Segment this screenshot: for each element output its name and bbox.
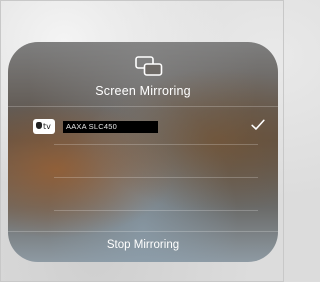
stop-mirroring-button[interactable]: Stop Mirroring: [8, 232, 278, 262]
screen-mirroring-panel: Screen Mirroring tv AAXA SLC450 Stop Mir…: [8, 42, 278, 262]
stop-mirroring-area: Stop Mirroring: [8, 232, 278, 262]
checkmark-icon: [251, 119, 265, 130]
row-divider: [54, 177, 258, 178]
panel-title: Screen Mirroring: [95, 84, 191, 98]
panel-header: Screen Mirroring: [8, 42, 278, 106]
row-divider: [54, 210, 258, 211]
row-divider: [54, 144, 258, 145]
device-type-label: tv: [43, 122, 51, 131]
apple-logo-icon: [36, 122, 42, 129]
device-name: AAXA SLC450: [66, 122, 117, 131]
device-name-box: AAXA SLC450: [63, 121, 158, 133]
apple-tv-icon: tv: [33, 119, 55, 134]
screen-mirroring-icon: [135, 56, 163, 76]
